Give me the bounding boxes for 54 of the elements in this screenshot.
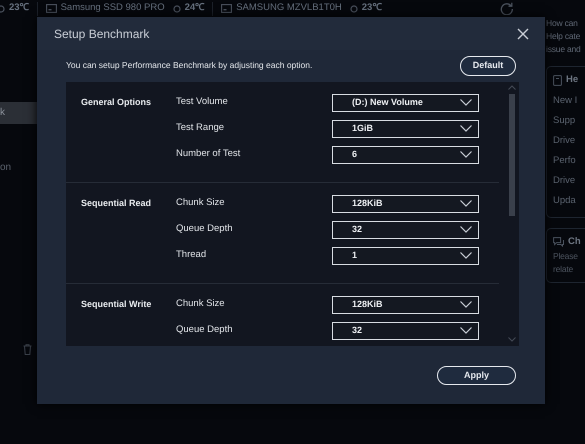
section-title: General Options	[81, 96, 152, 109]
close-icon	[517, 28, 529, 40]
chat-text: relate	[553, 262, 574, 276]
chat-text: Please	[553, 250, 579, 262]
section-title: Sequential Write	[81, 298, 152, 311]
dropdown[interactable]: 128KiB	[332, 296, 479, 314]
option-label: Chunk Size	[176, 296, 226, 310]
drive-icon	[46, 4, 57, 13]
dropdown[interactable]: 32	[332, 322, 479, 340]
option-label: Number of Test	[176, 146, 242, 160]
temperature-reading: 23℃	[9, 1, 29, 16]
default-button[interactable]: Default	[460, 56, 516, 76]
dropdown[interactable]: 1GiB	[332, 120, 479, 138]
dropdown[interactable]: 128KiB	[332, 194, 479, 212]
chevron-down-icon	[460, 125, 472, 132]
dropdown[interactable]: (D:) New Volume	[332, 94, 479, 112]
drive-name: SAMSUNG MZVLB1T0H	[236, 1, 342, 16]
option-label: Queue Depth	[176, 322, 234, 336]
option-label: Thread	[176, 248, 208, 262]
option-label: Test Volume	[176, 94, 229, 108]
chat-icon	[553, 237, 564, 248]
dropdown[interactable]: 6	[332, 146, 479, 164]
close-button[interactable]	[517, 28, 529, 40]
card-title: He	[566, 73, 578, 87]
option-label: Chunk Size	[176, 196, 226, 210]
chevron-down-icon	[460, 200, 472, 207]
apply-button[interactable]: Apply	[437, 366, 516, 385]
scrollbar-thumb[interactable]	[509, 94, 515, 216]
dropdown[interactable]: 1	[332, 246, 479, 264]
section-title: Sequential Read	[81, 196, 152, 210]
trash-icon	[23, 344, 32, 355]
instruction-text: You can setup Performance Benchmark by adjusting each option.	[66, 59, 312, 72]
sidebar-item[interactable]: k	[0, 102, 37, 124]
chevron-down-icon	[460, 226, 472, 233]
help-text: How can	[546, 17, 579, 30]
dropdown[interactable]: 32	[332, 220, 479, 238]
temperature-reading: 24℃	[184, 1, 204, 16]
scroll-up-icon	[508, 84, 516, 90]
chevron-down-icon	[460, 252, 472, 259]
dialog-title: Setup Benchmark	[54, 26, 150, 42]
drive-icon	[221, 4, 232, 13]
help-text: issue and	[546, 43, 582, 56]
option-label: Test Range	[176, 120, 226, 134]
chevron-down-icon	[460, 99, 472, 106]
drive-name: Samsung SSD 980 PRO	[60, 1, 165, 16]
scroll-down-icon	[508, 336, 516, 342]
help-text: Help cate	[546, 30, 582, 43]
option-label: Queue Depth	[176, 222, 234, 236]
chevron-down-icon	[460, 327, 472, 334]
refresh-icon	[500, 2, 513, 15]
chevron-down-icon	[460, 301, 472, 308]
card-title: Ch	[568, 235, 581, 250]
chevron-down-icon	[460, 151, 472, 158]
temperature-reading: 23℃	[362, 1, 382, 16]
